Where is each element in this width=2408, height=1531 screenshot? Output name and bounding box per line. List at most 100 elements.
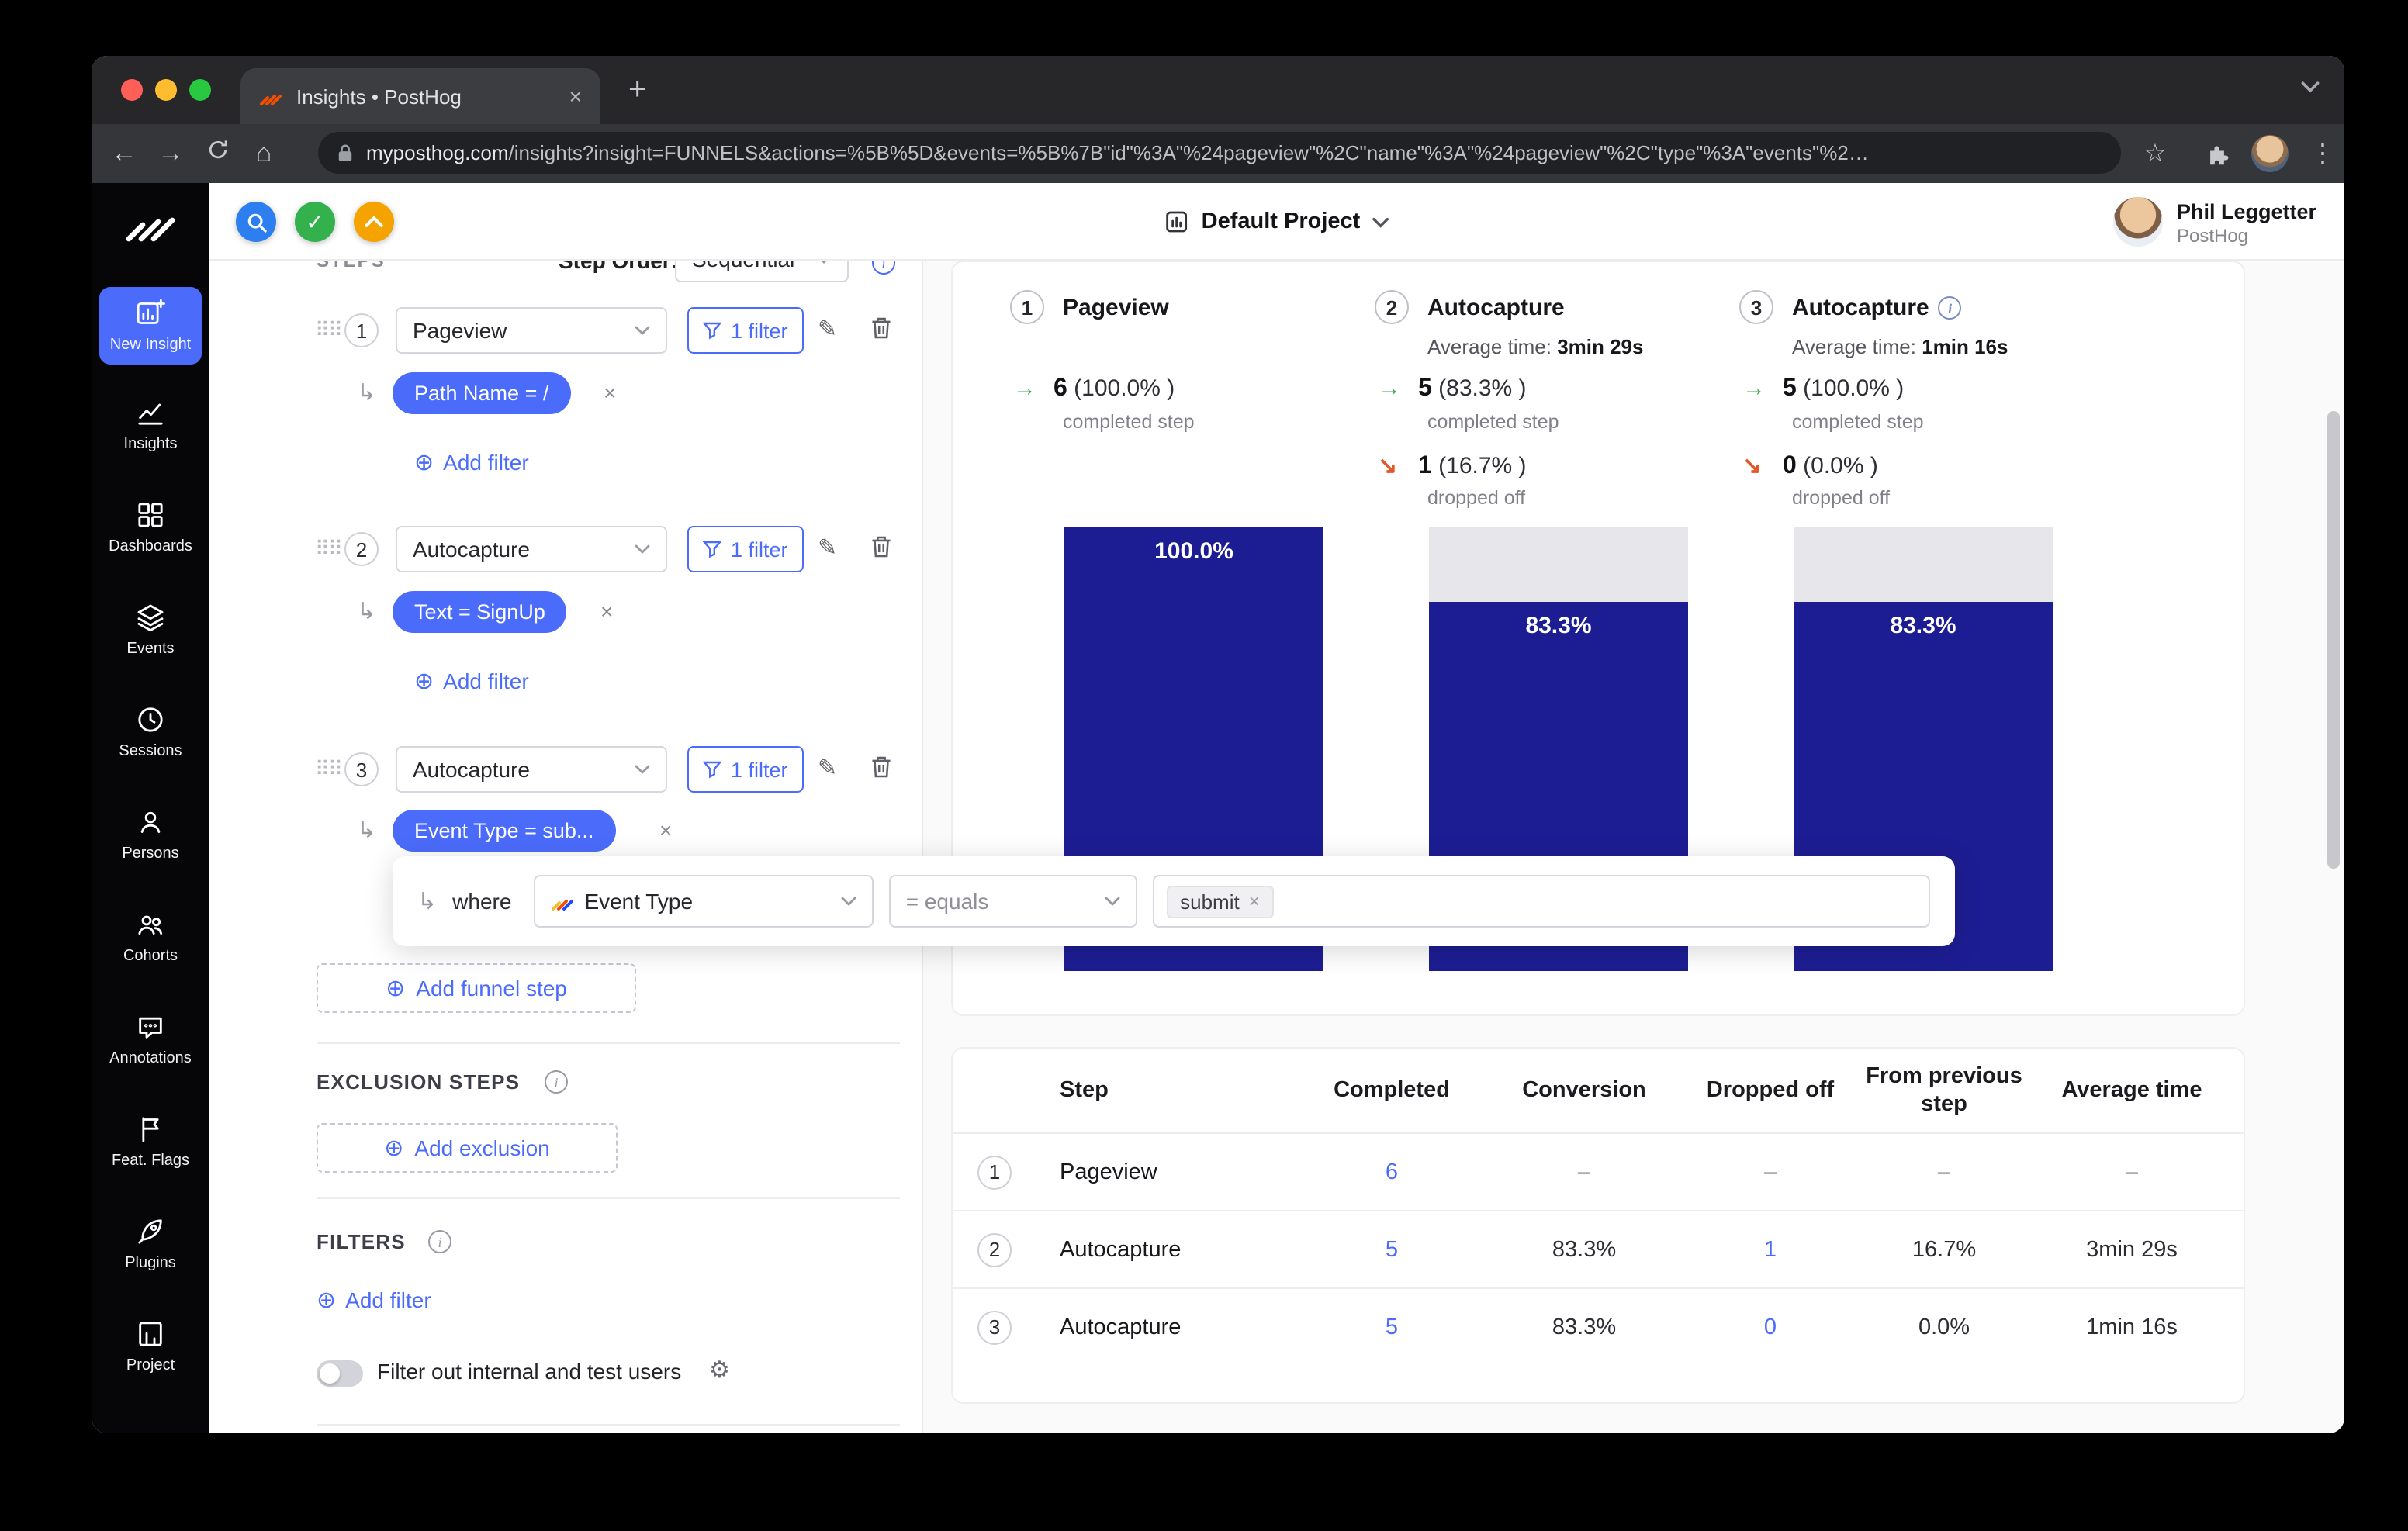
remove-tag-icon[interactable]: ×: [1249, 890, 1260, 912]
app-header: Default Project Phil Leggetter PostHog: [209, 183, 2344, 261]
property-select-value: Event Type: [584, 889, 694, 914]
property-select[interactable]: Event Type: [533, 875, 874, 928]
cell-average-time: 3min 29s: [2086, 1237, 2178, 1262]
tab-search-chevron-icon[interactable]: [2301, 81, 2320, 93]
completed-count: 5: [1418, 375, 1432, 402]
insights-icon: [138, 403, 163, 425]
drag-handle-icon[interactable]: ⠿⠿: [315, 318, 343, 343]
sidebar-item-label: Insights: [123, 436, 178, 453]
sidebar-item-new-insight[interactable]: New Insight: [99, 287, 202, 365]
remove-filter-icon[interactable]: ×: [604, 380, 616, 405]
add-filter-link[interactable]: ⊕ Add filter: [414, 448, 529, 476]
info-icon[interactable]: i: [428, 1230, 452, 1253]
drag-handle-icon[interactable]: ⠿⠿: [315, 537, 343, 562]
step-event-select[interactable]: Pageview: [396, 307, 667, 354]
add-exclusion-button[interactable]: ⊕ Add exclusion: [317, 1123, 618, 1173]
plus-circle-icon: ⊕: [384, 1135, 404, 1162]
dropped-arrow-icon: ↘: [1378, 453, 1398, 479]
url-bar[interactable]: myposthog.com/insights?insight=FUNNELS&a…: [318, 132, 2121, 174]
add-filter-link[interactable]: ⊕ Add filter: [317, 1286, 431, 1314]
status-ok-button[interactable]: ✓: [295, 202, 335, 242]
sidebar-item-events[interactable]: Events: [92, 583, 209, 676]
delete-trash-icon[interactable]: [870, 316, 892, 347]
sidebar-item-sessions[interactable]: Sessions: [92, 686, 209, 779]
step-filter-pill[interactable]: Text = SignUp: [393, 591, 567, 633]
browser-menu-icon[interactable]: ⋮: [2301, 124, 2344, 183]
back-icon[interactable]: ←: [101, 138, 147, 169]
property-value-input[interactable]: submit ×: [1152, 875, 1930, 928]
new-tab-button[interactable]: +: [628, 68, 646, 112]
search-button[interactable]: [236, 202, 276, 242]
edit-pencil-icon[interactable]: ✎: [818, 754, 837, 782]
exclusion-steps-heading: EXCLUSION STEPS: [317, 1070, 521, 1094]
remove-filter-icon[interactable]: ×: [659, 817, 672, 842]
step-filter-count-button[interactable]: 1 filter: [687, 746, 804, 793]
cell-completed[interactable]: 5: [1297, 1315, 1486, 1339]
internal-users-toggle[interactable]: [317, 1360, 363, 1387]
step-order-select[interactable]: Sequential: [675, 261, 849, 282]
sidebar-item-label: Dashboards: [109, 538, 192, 555]
reload-icon[interactable]: [194, 138, 240, 169]
delete-trash-icon[interactable]: [870, 535, 892, 566]
cell-average-time: 1min 16s: [2086, 1315, 2178, 1339]
edit-pencil-icon[interactable]: ✎: [818, 315, 837, 343]
cell-conversion: 83.3%: [1552, 1237, 1617, 1262]
cell-dropped[interactable]: 0: [1682, 1315, 1859, 1339]
step-filter-pill[interactable]: Event Type = sub...: [393, 810, 616, 852]
tab-close-icon[interactable]: ×: [569, 84, 582, 109]
sidebar-item-insights[interactable]: Insights: [92, 378, 209, 472]
sidebar-item-label: Plugins: [125, 1255, 176, 1272]
cell-completed[interactable]: 5: [1297, 1237, 1486, 1262]
add-funnel-step-button[interactable]: ⊕ Add funnel step: [317, 963, 636, 1013]
sub-arrow-icon: ↳: [417, 889, 438, 915]
col-header-from-previous-step: From previous step: [1866, 1063, 2022, 1117]
add-filter-link[interactable]: ⊕ Add filter: [414, 667, 529, 695]
plugins-icon: [138, 1219, 162, 1244]
scrollbar-thumb[interactable]: [2327, 411, 2340, 869]
info-icon[interactable]: i: [872, 261, 895, 275]
bookmark-star-icon[interactable]: ☆: [2133, 124, 2177, 183]
sidebar-item-project[interactable]: Project: [92, 1300, 209, 1393]
step-filter-count-button[interactable]: 1 filter: [687, 526, 804, 572]
collapse-button[interactable]: [354, 202, 394, 242]
value-tag[interactable]: submit ×: [1166, 885, 1274, 918]
info-icon[interactable]: i: [545, 1070, 568, 1094]
step-event-select[interactable]: Autocapture: [396, 526, 667, 572]
sidebar-item-annotations[interactable]: Annotations: [92, 993, 209, 1086]
sidebar-item-feature-flags[interactable]: Feat. Flags: [92, 1095, 209, 1188]
url-path: /insights?insight=FUNNELS&actions=%5B%5D…: [508, 141, 1869, 164]
user-menu[interactable]: Phil Leggetter PostHog: [2112, 197, 2316, 247]
browser-tab[interactable]: Insights • PostHog ×: [240, 68, 600, 124]
project-switcher-icon: [1166, 211, 1188, 233]
remove-filter-icon[interactable]: ×: [600, 599, 613, 624]
browser-profile-avatar[interactable]: [2248, 124, 2292, 183]
sidebar-item-cohorts[interactable]: Cohorts: [92, 890, 209, 983]
project-switcher[interactable]: Default Project: [1164, 183, 1390, 261]
step-filter-pill[interactable]: Path Name = /: [393, 372, 571, 414]
filter-count-label: 1 filter: [731, 319, 788, 342]
sidebar-item-dashboards[interactable]: Dashboards: [92, 481, 209, 574]
home-icon[interactable]: ⌂: [240, 138, 287, 169]
sidebar-item-label: Annotations: [109, 1050, 192, 1067]
caret-up-icon: [365, 216, 383, 227]
edit-pencil-icon[interactable]: ✎: [818, 534, 837, 562]
step-order-value: Sequential: [692, 261, 794, 271]
delete-trash-icon[interactable]: [870, 755, 892, 786]
close-window-button[interactable]: [121, 79, 143, 101]
extensions-icon[interactable]: [2195, 124, 2239, 183]
drag-handle-icon[interactable]: ⠿⠿: [315, 757, 343, 782]
operator-select[interactable]: = equals: [888, 875, 1137, 928]
minimize-window-button[interactable]: [155, 79, 177, 101]
step-event-select[interactable]: Autocapture: [396, 746, 667, 793]
zoom-window-button[interactable]: [189, 79, 211, 101]
info-icon[interactable]: i: [1938, 296, 1962, 320]
sidebar-item-plugins[interactable]: Plugins: [92, 1197, 209, 1291]
gear-icon[interactable]: ⚙: [709, 1356, 730, 1384]
cell-dropped[interactable]: 1: [1682, 1237, 1859, 1262]
sidebar-item-persons[interactable]: Persons: [92, 788, 209, 881]
step-event-value: Autocapture: [413, 757, 530, 782]
forward-icon[interactable]: →: [147, 138, 194, 169]
cell-completed[interactable]: 6: [1297, 1159, 1486, 1184]
step-filter-count-button[interactable]: 1 filter: [687, 307, 804, 354]
project-icon: [139, 1322, 162, 1346]
